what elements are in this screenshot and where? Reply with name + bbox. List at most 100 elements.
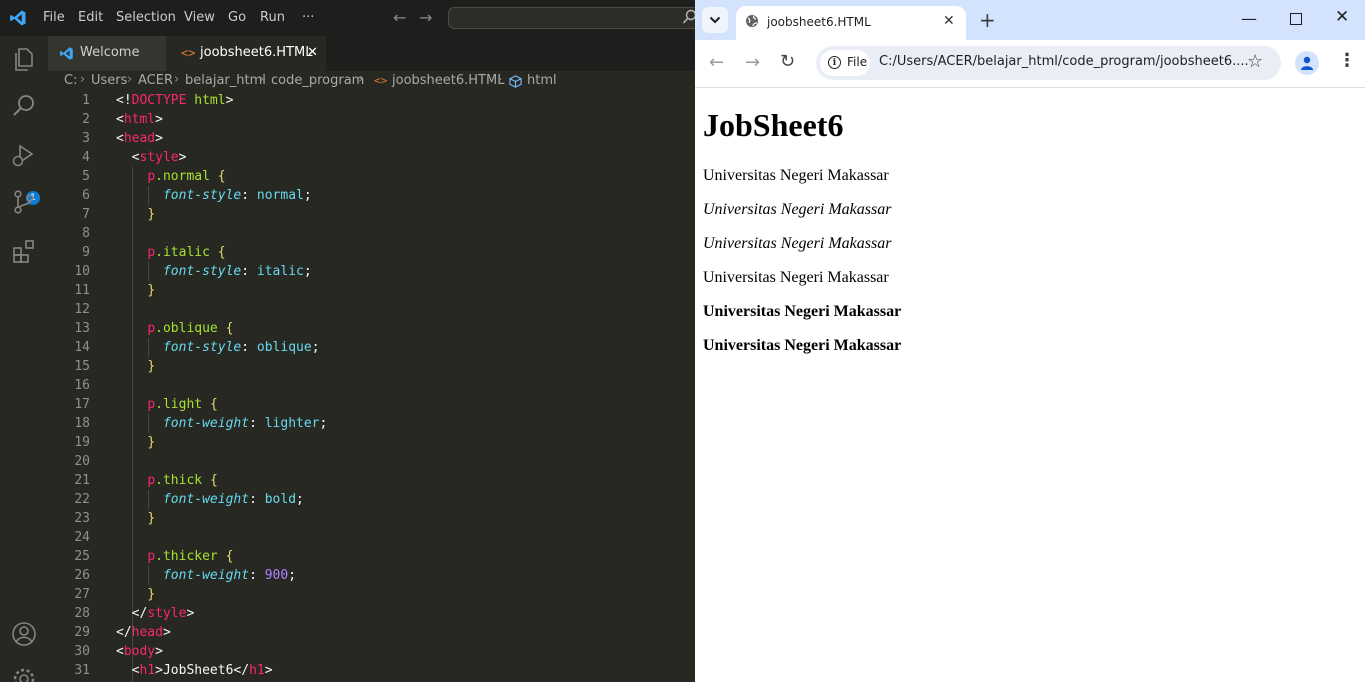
line-number: 11 xyxy=(74,283,90,298)
code-line[interactable]: 28 </style> xyxy=(48,604,695,623)
code-line[interactable]: 27 } xyxy=(48,585,695,604)
code-line[interactable]: 30 <body> xyxy=(48,642,695,661)
breadcrumb-drive[interactable]: C: xyxy=(64,73,77,88)
profile-avatar[interactable] xyxy=(1295,51,1319,75)
code-line[interactable]: 13 p.oblique { xyxy=(48,319,695,338)
code-line[interactable]: 21 p.thick { xyxy=(48,471,695,490)
person-icon xyxy=(1301,56,1313,70)
menu-edit[interactable]: Edit xyxy=(78,10,103,25)
code-line[interactable]: 17 p.light { xyxy=(48,395,695,414)
chevron-right-icon: › xyxy=(259,72,265,87)
code-text: } xyxy=(147,511,156,526)
maximize-icon[interactable] xyxy=(1290,13,1302,25)
breadcrumb-file[interactable]: joobsheet6.HTML xyxy=(392,73,504,88)
more-menu-icon[interactable]: ⋮ xyxy=(1338,50,1356,71)
line-number: 7 xyxy=(82,207,90,222)
code-text: font-style: italic; xyxy=(162,264,312,279)
code-line[interactable]: 25 p.thicker { xyxy=(48,547,695,566)
code-text: <style> xyxy=(116,150,187,165)
close-icon[interactable]: ✕ xyxy=(307,45,318,60)
tab-joobsheet6[interactable]: <> joobsheet6.HTML ✕ xyxy=(166,36,326,71)
page-heading: JobSheet6 xyxy=(703,107,844,143)
explorer-files-icon[interactable] xyxy=(11,46,37,72)
code-line[interactable]: 5 p.normal { xyxy=(48,167,695,186)
line-number: 14 xyxy=(74,340,90,355)
code-text: p.oblique { xyxy=(147,321,234,336)
command-center-search[interactable] xyxy=(448,7,695,29)
run-debug-icon[interactable] xyxy=(11,142,37,168)
code-line[interactable]: 11 } xyxy=(48,281,695,300)
code-text: <!DOCTYPE html> xyxy=(116,93,234,108)
code-line[interactable]: 1 <!DOCTYPE html> xyxy=(48,91,695,110)
back-arrow-icon[interactable]: ← xyxy=(709,52,724,73)
code-line[interactable]: 8 xyxy=(48,224,695,243)
code-line[interactable]: 24 xyxy=(48,528,695,547)
line-number: 17 xyxy=(74,397,90,412)
breadcrumb-acer[interactable]: ACER xyxy=(138,73,173,88)
window-close-icon[interactable]: ✕ xyxy=(1335,7,1349,27)
paragraph-light: Universitas Negeri Makassar xyxy=(703,269,889,286)
code-line[interactable]: 29 </head> xyxy=(48,623,695,642)
code-line[interactable]: 6 font-style: normal; xyxy=(48,186,695,205)
settings-gear-icon[interactable] xyxy=(11,666,37,682)
url-text[interactable]: C:/Users/ACER/belajar_html/code_program/… xyxy=(879,54,1249,69)
code-line[interactable]: 12 xyxy=(48,300,695,319)
browser-window: joobsheet6.HTML ✕ + — ✕ ← → ↻ i File C:/… xyxy=(695,0,1365,682)
line-number: 3 xyxy=(82,131,90,146)
breadcrumb: C: › Users › ACER › belajar_html › code_… xyxy=(48,71,695,91)
address-bar[interactable]: i File C:/Users/ACER/belajar_html/code_p… xyxy=(816,46,1281,80)
menu-run[interactable]: Run xyxy=(260,10,285,25)
menu-view[interactable]: View xyxy=(184,10,215,25)
breadcrumb-users[interactable]: Users xyxy=(91,73,127,88)
paragraph-oblique: Universitas Negeri Makassar xyxy=(703,235,892,252)
code-line[interactable]: 22 font-weight: bold; xyxy=(48,490,695,509)
close-icon[interactable]: ✕ xyxy=(943,13,955,29)
code-line[interactable]: 3 <head> xyxy=(48,129,695,148)
chevron-right-icon: › xyxy=(358,72,364,87)
code-line[interactable]: 19 } xyxy=(48,433,695,452)
site-info-chip[interactable]: i File xyxy=(820,50,870,76)
breadcrumb-html[interactable]: html xyxy=(527,73,557,88)
code-line[interactable]: 15 } xyxy=(48,357,695,376)
forward-arrow-icon[interactable]: → xyxy=(745,52,760,73)
activity-bar: 1 xyxy=(0,36,48,682)
code-line[interactable]: 7 } xyxy=(48,205,695,224)
paragraph-thick: Universitas Negeri Makassar xyxy=(703,303,902,320)
bookmark-star-icon[interactable]: ☆ xyxy=(1247,51,1263,72)
new-tab-button[interactable]: + xyxy=(979,8,996,32)
code-line[interactable]: 9 p.italic { xyxy=(48,243,695,262)
code-line[interactable]: 2 <html> xyxy=(48,110,695,129)
breadcrumb-code-program[interactable]: code_program xyxy=(271,73,364,88)
menu-selection[interactable]: Selection xyxy=(116,10,176,25)
code-line[interactable]: 31 <h1>JobSheet6</h1> xyxy=(48,661,695,680)
search-view-icon[interactable] xyxy=(11,93,37,119)
code-line[interactable]: 14 font-style: oblique; xyxy=(48,338,695,357)
nav-back-icon[interactable]: ← xyxy=(393,8,406,27)
search-icon xyxy=(682,9,695,24)
code-editor[interactable]: 1 <!DOCTYPE html> 2 <html> 3 <head> 4 <style> 5… xyxy=(48,91,695,682)
menu-go[interactable]: Go xyxy=(228,10,246,25)
code-line[interactable]: 20 xyxy=(48,452,695,471)
code-line[interactable]: 4 <style> xyxy=(48,148,695,167)
code-text: font-style: normal; xyxy=(162,188,312,203)
menu-more[interactable]: ··· xyxy=(302,10,314,25)
info-icon: i xyxy=(828,56,841,69)
code-line[interactable]: 18 font-weight: lighter; xyxy=(48,414,695,433)
tab-search-button[interactable] xyxy=(702,7,728,33)
tab-welcome[interactable]: Welcome xyxy=(48,36,166,71)
code-text: <body> xyxy=(116,644,163,659)
accounts-icon[interactable] xyxy=(11,621,37,647)
menu-file[interactable]: File xyxy=(43,10,65,25)
vscode-logo-icon xyxy=(59,47,73,60)
code-line[interactable]: 16 xyxy=(48,376,695,395)
minimize-icon[interactable]: — xyxy=(1241,9,1257,28)
code-line[interactable]: 23 } xyxy=(48,509,695,528)
breadcrumb-belajar-html[interactable]: belajar_html xyxy=(185,73,266,88)
browser-tab[interactable]: joobsheet6.HTML ✕ xyxy=(736,6,966,40)
source-control-icon[interactable] xyxy=(11,189,37,215)
code-line[interactable]: 26 font-weight: 900; xyxy=(48,566,695,585)
extensions-icon[interactable] xyxy=(11,238,37,264)
nav-forward-icon[interactable]: → xyxy=(419,8,432,27)
reload-icon[interactable]: ↻ xyxy=(780,51,795,72)
code-line[interactable]: 10 font-style: italic; xyxy=(48,262,695,281)
